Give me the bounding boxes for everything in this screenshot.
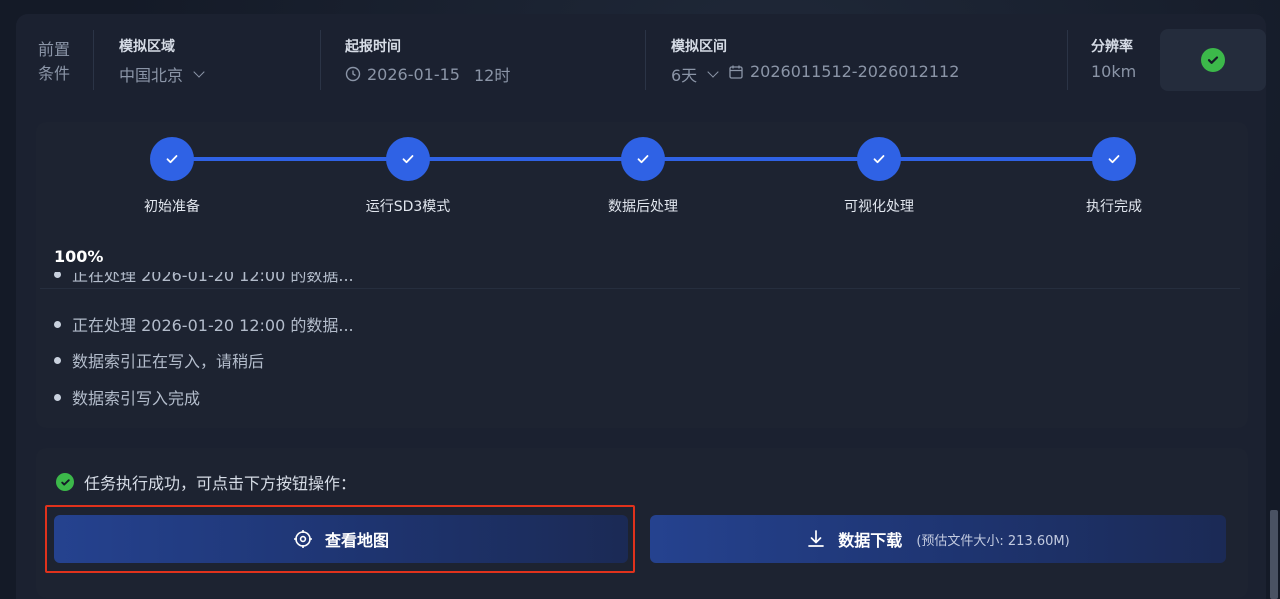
step-4-label: 可视化处理 xyxy=(844,199,914,215)
precondition-label: 前置条件 xyxy=(38,40,71,83)
divider xyxy=(645,30,646,90)
check-circle-icon xyxy=(1201,48,1225,72)
start-time-label: 起报时间 xyxy=(345,39,401,55)
success-check-icon xyxy=(56,473,74,491)
step-1-label: 初始准备 xyxy=(144,199,200,215)
step-5-check-icon xyxy=(1092,137,1136,181)
start-hour: 12时 xyxy=(473,66,511,85)
step-3-label: 数据后处理 xyxy=(608,199,678,215)
log-item: 数据索引写入完成 xyxy=(54,385,200,409)
divider xyxy=(320,30,321,90)
chevron-down-icon xyxy=(707,65,719,78)
interval-range-value: 2026011512-2026012112 xyxy=(750,62,960,81)
step-1-check-icon xyxy=(150,137,194,181)
region-select[interactable]: 中国北京 xyxy=(119,62,205,86)
start-date: 2026-01-15 xyxy=(367,64,460,84)
region-value: 中国北京 xyxy=(119,66,184,85)
log-item: 正在处理 2026-01-20 12:00 的数据... xyxy=(54,312,354,336)
clock-icon xyxy=(345,66,361,82)
confirm-button[interactable] xyxy=(1160,29,1266,91)
log-scroll-area[interactable]: 正在处理 2026-01-20 12:00 的数据... xyxy=(40,272,1240,288)
resolution-value: 10km xyxy=(1091,62,1137,81)
divider xyxy=(1067,30,1068,90)
interval-range[interactable]: 2026011512-2026012112 xyxy=(728,62,959,81)
log-item: 数据索引正在写入，请稍后 xyxy=(54,348,264,372)
download-button[interactable]: 数据下载 (预估文件大小: 213.60M) xyxy=(650,515,1226,563)
download-label: 数据下载 xyxy=(838,531,903,550)
step-2-check-icon xyxy=(386,137,430,181)
step-2-label: 运行SD3模式 xyxy=(365,199,451,215)
success-text: 任务执行成功，可点击下方按钮操作： xyxy=(84,474,357,493)
progress-percent: 100% xyxy=(54,247,104,266)
step-5-label: 执行完成 xyxy=(1086,199,1142,215)
download-size: (预估文件大小: 213.60M) xyxy=(916,533,1070,549)
interval-days: 6天 xyxy=(671,66,698,85)
resolution-label: 分辨率 xyxy=(1091,39,1133,55)
highlight-box xyxy=(45,505,635,573)
region-label: 模拟区域 xyxy=(119,39,175,55)
interval-label: 模拟区间 xyxy=(671,39,727,55)
start-time-picker[interactable]: 2026-01-15 12时 xyxy=(345,62,510,86)
log-item-partial: 正在处理 2026-01-20 12:00 的数据... xyxy=(54,272,354,286)
calendar-icon xyxy=(729,65,743,79)
condition-header xyxy=(16,14,1266,106)
success-message: 任务执行成功，可点击下方按钮操作： xyxy=(56,470,356,494)
step-3-check-icon xyxy=(621,137,665,181)
log-divider xyxy=(40,288,1240,289)
step-4-check-icon xyxy=(857,137,901,181)
scrollbar[interactable] xyxy=(1270,510,1278,599)
download-icon xyxy=(808,530,825,547)
interval-days-select[interactable]: 6天 xyxy=(671,62,719,86)
chevron-down-icon xyxy=(193,65,205,78)
divider xyxy=(93,30,94,90)
